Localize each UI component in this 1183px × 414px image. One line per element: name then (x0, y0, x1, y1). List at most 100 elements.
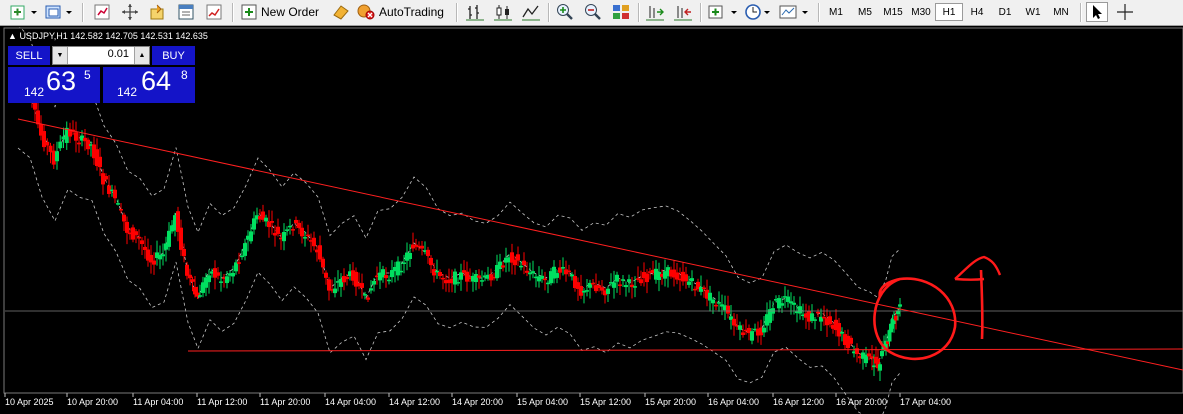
line-chart-icon[interactable] (520, 2, 542, 22)
navigator-icon[interactable] (120, 2, 140, 22)
candle-body (822, 316, 826, 319)
candlesticks-icon[interactable] (492, 2, 514, 22)
candle-body (567, 270, 571, 273)
candle-body (600, 287, 604, 291)
buy-point: 8 (181, 68, 188, 82)
timeframe-w1[interactable]: W1 (1019, 3, 1047, 21)
candle-body (366, 297, 370, 300)
candle-body (312, 237, 316, 247)
cursor-icon[interactable] (1086, 2, 1108, 22)
buy-button[interactable]: BUY (152, 46, 195, 65)
candle-body (627, 279, 631, 282)
sell-button[interactable]: SELL (8, 46, 50, 65)
terminal-icon[interactable] (176, 2, 196, 22)
timeframe-h1[interactable]: H1 (935, 3, 963, 21)
periods-icon[interactable] (744, 2, 774, 22)
time-label: 16 Apr 04:00 (708, 397, 760, 407)
candle-body (543, 278, 547, 281)
candle-body (480, 280, 484, 282)
indicators-icon[interactable] (706, 2, 742, 22)
new-chart-icon[interactable] (8, 2, 40, 22)
candle-body (615, 274, 619, 282)
lot-size-input[interactable]: ▼ 0.01 ▲ (52, 46, 150, 65)
candle-body (231, 272, 235, 277)
candle-body (270, 221, 274, 223)
data-window-icon[interactable] (148, 2, 168, 22)
candle-body (122, 214, 126, 222)
profiles-icon[interactable] (42, 2, 76, 22)
time-label: 11 Apr 12:00 (197, 397, 248, 407)
time-label: 15 Apr 20:00 (645, 397, 697, 407)
timeframe-m15[interactable]: M15 (879, 3, 907, 21)
autotrading-icon (357, 4, 375, 20)
lot-decrease-icon[interactable]: ▼ (53, 47, 68, 64)
candle-body (306, 234, 310, 237)
candle-body (714, 304, 718, 307)
candle-body (828, 316, 832, 325)
candle-body (894, 315, 898, 321)
candle-body (531, 271, 535, 274)
new-order-label: New Order (261, 5, 320, 19)
strategy-tester-icon[interactable] (204, 2, 224, 22)
candle-body (324, 272, 328, 278)
candle-body (555, 273, 559, 278)
candle-body (140, 240, 144, 245)
candle-body (252, 218, 256, 230)
templates-icon[interactable] (778, 2, 812, 22)
candle-body (633, 286, 637, 288)
chart-shift-icon[interactable] (644, 2, 666, 22)
candle-body (561, 267, 565, 269)
timeframe-h4[interactable]: H4 (963, 3, 991, 21)
zoom-in-icon[interactable] (554, 2, 576, 22)
candle-body (303, 237, 307, 239)
zoom-out-icon[interactable] (582, 2, 604, 22)
candle-body (855, 348, 859, 355)
candle-body (516, 254, 520, 261)
candle-body (750, 331, 754, 341)
sell-price-quote[interactable]: 142 63 5 (8, 66, 100, 103)
timeframe-d1[interactable]: D1 (991, 3, 1019, 21)
sell-big-figure: 142 (24, 85, 45, 99)
buy-price-quote[interactable]: 142 64 8 (103, 66, 195, 103)
time-label: 14 Apr 20:00 (452, 397, 504, 407)
bar-chart-icon[interactable] (464, 2, 486, 22)
candle-body (459, 272, 463, 280)
candle-body (321, 258, 325, 268)
sell-pips: 63 (46, 66, 77, 96)
lot-increase-icon[interactable]: ▲ (134, 47, 149, 64)
candle-body (813, 319, 817, 321)
candle-body (849, 337, 853, 344)
candle-body (408, 252, 412, 260)
candle-body (684, 274, 688, 282)
collapse-triangle-icon[interactable]: ▲ (8, 31, 17, 41)
candle-body (396, 261, 400, 276)
candle-body (116, 203, 120, 205)
timeframe-m5[interactable]: M5 (851, 3, 879, 21)
crosshair-icon[interactable] (1114, 2, 1136, 22)
time-label: 10 Apr 20:00 (67, 397, 119, 407)
time-label: 15 Apr 04:00 (517, 397, 569, 407)
time-label: 14 Apr 12:00 (389, 397, 441, 407)
toolbar-separator (232, 3, 234, 22)
candle-body (525, 270, 529, 273)
candle-body (219, 281, 223, 283)
candle-body (522, 260, 526, 266)
new-order-button[interactable]: New Order (240, 2, 326, 22)
timeframe-m30[interactable]: M30 (907, 3, 935, 21)
candle-body (816, 311, 820, 314)
candle-body (179, 227, 183, 250)
candle-body (237, 262, 241, 264)
tile-windows-icon[interactable] (610, 2, 632, 22)
candle-body (426, 249, 430, 256)
candle-body (621, 279, 625, 281)
market-watch-icon[interactable] (92, 2, 112, 22)
candle-body (188, 274, 192, 279)
time-label: 11 Apr 20:00 (260, 397, 311, 407)
timeframe-mn[interactable]: MN (1047, 3, 1075, 21)
time-label: 15 Apr 12:00 (580, 397, 632, 407)
autotrading-button[interactable]: AutoTrading (356, 2, 450, 22)
candle-body (207, 275, 211, 283)
timeframe-m1[interactable]: M1 (822, 3, 850, 21)
autoscroll-icon[interactable] (672, 2, 694, 22)
metaeditor-icon[interactable] (330, 2, 352, 22)
